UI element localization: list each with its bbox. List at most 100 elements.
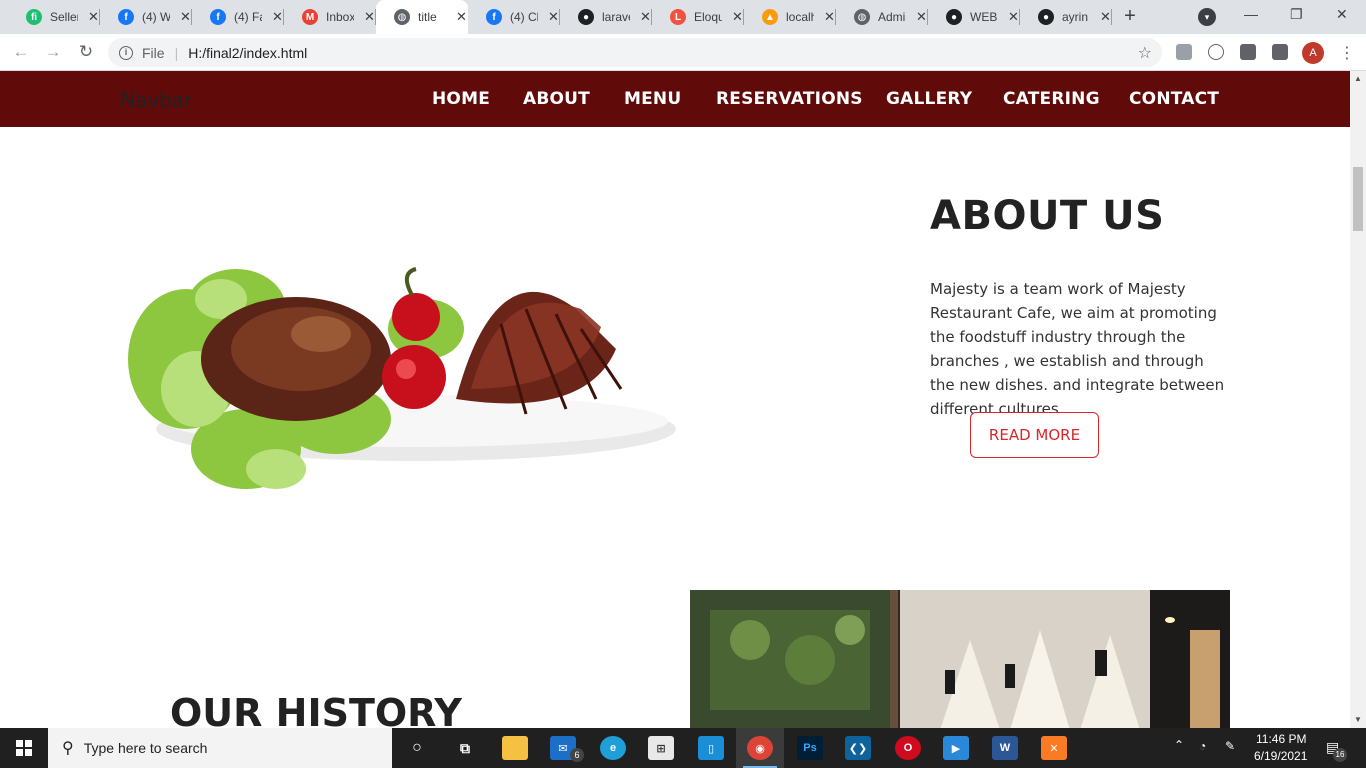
close-tab-icon[interactable]: ✕ — [88, 9, 99, 25]
profile-avatar[interactable]: A — [1302, 42, 1324, 64]
tab-title: Eloqu — [694, 10, 722, 24]
reload-icon[interactable]: ↻ — [75, 42, 97, 62]
github-icon: ● — [1038, 9, 1054, 25]
close-tab-icon[interactable]: ✕ — [272, 9, 283, 25]
nav-link-reservations[interactable]: RESERVATIONS — [716, 89, 863, 109]
remote-app-icon[interactable]: ▯ — [698, 736, 724, 760]
tab-title: (4) W — [142, 10, 170, 24]
close-tab-icon[interactable]: ✕ — [1008, 9, 1019, 25]
browser-tab[interactable]: ◍ Admi ✕ — [836, 0, 928, 34]
about-description: Majesty is a team work of Majesty Restau… — [930, 280, 1225, 418]
navbar-brand[interactable]: Navbar — [120, 88, 192, 112]
close-tab-icon[interactable]: ✕ — [640, 9, 651, 25]
address-bar[interactable]: i File | H:/final2/index.html ☆ — [108, 38, 1162, 67]
close-tab-icon[interactable]: ✕ — [548, 9, 559, 25]
nav-link-gallery[interactable]: GALLERY — [886, 89, 972, 109]
page-scrollbar[interactable]: ▲ ▼ — [1350, 71, 1366, 728]
close-window-icon[interactable]: ✕ — [1336, 6, 1348, 23]
clock-time[interactable]: 11:46 PM — [1256, 732, 1306, 746]
browser-tab[interactable]: ● ayrin ✕ — [1020, 0, 1112, 34]
nav-link-catering[interactable]: CATERING — [1003, 89, 1100, 109]
tab-title: title — [418, 10, 437, 24]
page-viewport: Navbar HOME ABOUT MENU RESERVATIONS GALL… — [0, 71, 1350, 728]
opera-icon[interactable]: O — [895, 736, 921, 760]
clock-date[interactable]: 6/19/2021 — [1254, 749, 1307, 763]
read-more-button[interactable]: READ MORE — [970, 412, 1099, 458]
task-view-icon[interactable]: ⧉ — [452, 736, 478, 760]
scrollbar-thumb[interactable] — [1353, 167, 1363, 231]
phpmyadmin-icon: ▲ — [762, 9, 778, 25]
back-icon[interactable]: ← — [10, 42, 32, 62]
wifi-icon[interactable]: ◔ — [1199, 739, 1206, 753]
url-scheme: File — [142, 44, 165, 61]
facebook-icon: f — [118, 9, 134, 25]
browser-tab[interactable]: ● WEB ✕ — [928, 0, 1020, 34]
word-icon[interactable]: W — [992, 736, 1018, 760]
restaurant-interior-image — [690, 590, 1230, 728]
extensions-puzzle-icon[interactable] — [1272, 44, 1288, 60]
forward-icon[interactable]: → — [42, 42, 64, 62]
browser-tab[interactable]: f (4) W ✕ — [100, 0, 192, 34]
browser-tab[interactable]: L Eloqu ✕ — [652, 0, 744, 34]
url-divider: | — [174, 44, 179, 61]
file-explorer-icon[interactable] — [502, 736, 528, 760]
new-tab-button[interactable]: + — [1118, 5, 1142, 29]
browser-tab[interactable]: ▲ localh ✕ — [744, 0, 836, 34]
windows-start-icon[interactable] — [0, 728, 48, 768]
edge-icon[interactable]: e — [600, 736, 626, 760]
taskbar-search-box[interactable]: ⚲ Type here to search — [48, 728, 392, 768]
browser-tab[interactable]: fi Seller ✕ — [8, 0, 100, 34]
nav-link-about[interactable]: ABOUT — [523, 89, 590, 109]
search-icon: ⚲ — [62, 740, 74, 757]
close-tab-icon[interactable]: ✕ — [180, 9, 191, 25]
scroll-up-icon[interactable]: ▲ — [1354, 74, 1362, 83]
browser-tab[interactable]: ● larave ✕ — [560, 0, 652, 34]
github-icon: ● — [946, 9, 962, 25]
tab-strip: fi Seller ✕ f (4) W ✕ f (4) Fa ✕ M Inbox ✕ ◍ title ✕ f (… — [0, 0, 1366, 34]
media-player-icon[interactable]: ▶ — [943, 736, 969, 760]
close-tab-icon[interactable]: ✕ — [456, 9, 467, 25]
sync-extension-icon[interactable] — [1208, 44, 1224, 60]
store-icon[interactable]: ⊞ — [648, 736, 674, 760]
browser-tab[interactable]: f (4) Fa ✕ — [192, 0, 284, 34]
scroll-down-icon[interactable]: ▼ — [1354, 715, 1362, 724]
xampp-icon[interactable]: ✕ — [1041, 736, 1067, 760]
tab-title: (4) Fa — [234, 10, 262, 24]
cortana-icon[interactable]: ○ — [404, 736, 430, 760]
close-tab-icon[interactable]: ✕ — [732, 9, 743, 25]
camera-extension-icon[interactable] — [1240, 44, 1256, 60]
minimize-icon[interactable]: — — [1244, 6, 1258, 22]
chrome-icon[interactable]: ◉ — [747, 736, 773, 760]
mail-badge: 6 — [570, 748, 584, 762]
browser-menu-icon[interactable]: ⋮ — [1339, 43, 1355, 63]
restore-icon[interactable]: ❐ — [1290, 6, 1303, 23]
close-tab-icon[interactable]: ✕ — [1100, 9, 1111, 25]
tab-separator — [1111, 9, 1112, 25]
browser-tab[interactable]: M Inbox ✕ — [284, 0, 376, 34]
info-icon[interactable]: i — [119, 45, 133, 60]
pen-icon[interactable]: ✎ — [1225, 739, 1235, 753]
nav-link-menu[interactable]: MENU — [624, 89, 681, 109]
tab-search-icon[interactable]: ▾ — [1198, 8, 1216, 26]
pdf-extension-icon[interactable] — [1176, 44, 1192, 60]
close-tab-icon[interactable]: ✕ — [916, 9, 927, 25]
photoshop-icon[interactable]: Ps — [797, 736, 823, 760]
about-title: ABOUT US — [930, 193, 1165, 239]
globe-icon: ◍ — [394, 9, 410, 25]
url-text[interactable]: H:/final2/index.html — [188, 45, 307, 61]
tab-title: Seller — [50, 10, 78, 24]
nav-link-contact[interactable]: CONTACT — [1129, 89, 1219, 109]
history-title: OUR HISTORY — [170, 691, 462, 728]
show-hidden-icons[interactable]: ⌃ — [1174, 738, 1184, 752]
close-tab-icon[interactable]: ✕ — [824, 9, 835, 25]
browser-toolbar: ← → ↻ i File | H:/final2/index.html ☆ — [0, 34, 1366, 71]
nav-link-home[interactable]: HOME — [432, 89, 490, 109]
vscode-icon[interactable]: ❮❯ — [845, 736, 871, 760]
bookmark-star-icon[interactable]: ☆ — [1138, 43, 1152, 63]
browser-tab[interactable]: f (4) Cl ✕ — [468, 0, 560, 34]
tab-title: larave — [602, 10, 630, 24]
browser-tab[interactable]: ◍ title ✕ — [376, 0, 468, 34]
close-tab-icon[interactable]: ✕ — [364, 9, 375, 25]
food-plate-image — [128, 267, 676, 489]
windows-taskbar: ⚲ Type here to search ○ ⧉ ✉ 6 e ⊞ ▯ ◉ Ps… — [0, 728, 1366, 768]
